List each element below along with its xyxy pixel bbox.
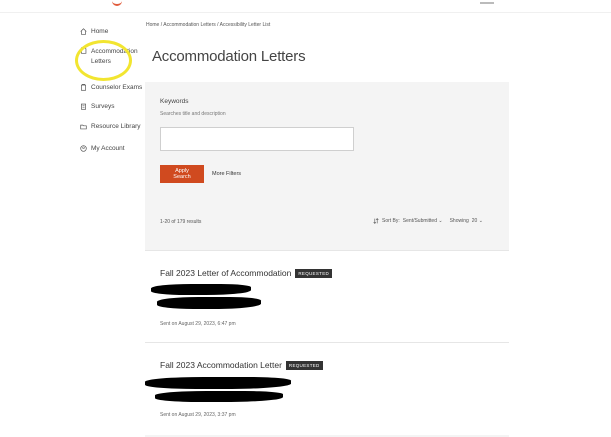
sidebar-item-label: My Account xyxy=(91,145,125,152)
highlight-annotation xyxy=(75,40,132,81)
breadcrumb: Home / Accommodation Letters / Accessibi… xyxy=(146,22,271,28)
showing-value: 20 xyxy=(471,218,478,224)
logo[interactable] xyxy=(112,0,122,6)
letter-title-row: Fall 2023 Accommodation Letter REQUESTED xyxy=(160,360,323,370)
user-icon xyxy=(80,145,87,152)
top-bar xyxy=(0,0,611,13)
keywords-help-text: Searches title and description xyxy=(160,111,226,117)
top-right-menu[interactable] xyxy=(480,2,494,4)
exam-icon xyxy=(81,84,86,91)
redaction-mark xyxy=(145,377,291,389)
letter-card[interactable]: Fall 2023 Letter of Accommodation REQUES… xyxy=(145,250,509,343)
results-bar: 1-20 of 179 results Sort By: Sent/Submit… xyxy=(145,212,509,232)
redaction-mark xyxy=(151,284,251,295)
main-panel: Keywords Searches title and description … xyxy=(145,82,509,437)
redaction-mark xyxy=(155,391,283,402)
sort-value: Sent/Submitted xyxy=(402,218,437,224)
redaction-mark xyxy=(157,297,261,309)
sidebar-item-label: Counselor Exams xyxy=(91,84,143,91)
sidebar-item-counselor-exams[interactable]: Counselor Exams xyxy=(80,84,142,91)
sort-select[interactable]: Sent/Submitted ⌄ xyxy=(403,218,443,224)
chevron-down-icon: ⌄ xyxy=(438,218,443,224)
letter-card[interactable]: Fall 2023 Accommodation Letter REQUESTED… xyxy=(145,342,509,435)
sent-date: Sent on August 29, 2023, 6:47 pm xyxy=(160,321,236,327)
folder-icon xyxy=(80,124,87,130)
keywords-label: Keywords xyxy=(160,98,189,105)
more-filters-link[interactable]: More Filters xyxy=(212,171,241,177)
sidebar-item-home[interactable]: Home xyxy=(80,28,108,35)
status-badge: REQUESTED xyxy=(295,268,333,278)
sidebar-item-resource-library[interactable]: Resource Library xyxy=(80,123,141,130)
sidebar-item-label: Home xyxy=(91,28,109,35)
page-title: Accommodation Letters xyxy=(152,48,306,65)
letter-title-row: Fall 2023 Letter of Accommodation REQUES… xyxy=(160,268,333,278)
sent-date: Sent on August 29, 2023, 3:37 pm xyxy=(160,412,236,418)
letter-title[interactable]: Fall 2023 Accommodation Letter xyxy=(160,360,282,370)
sort-icon xyxy=(373,218,379,224)
sidebar-item-label: Surveys xyxy=(91,103,115,110)
sidebar-item-my-account[interactable]: My Account xyxy=(80,145,125,152)
clipboard-icon xyxy=(81,103,86,110)
showing-select[interactable]: 20 ⌄ xyxy=(472,218,483,224)
sort-controls: Sort By: Sent/Submitted ⌄ Showing 20 ⌄ xyxy=(373,218,483,224)
letter-title[interactable]: Fall 2023 Letter of Accommodation xyxy=(160,268,291,278)
chevron-down-icon: ⌄ xyxy=(478,218,483,224)
status-badge: REQUESTED xyxy=(285,360,323,370)
search-filters: Keywords Searches title and description … xyxy=(145,82,509,194)
sort-label: Sort By: xyxy=(382,218,400,224)
sidebar-item-label: Resource Library xyxy=(91,123,141,130)
keywords-input[interactable] xyxy=(160,127,354,151)
showing-label: Showing xyxy=(449,218,469,224)
sidebar-item-surveys[interactable]: Surveys xyxy=(80,103,114,110)
results-count: 1-20 of 179 results xyxy=(160,219,202,225)
home-icon xyxy=(80,28,87,35)
apply-search-button[interactable]: Apply Search xyxy=(160,165,204,183)
